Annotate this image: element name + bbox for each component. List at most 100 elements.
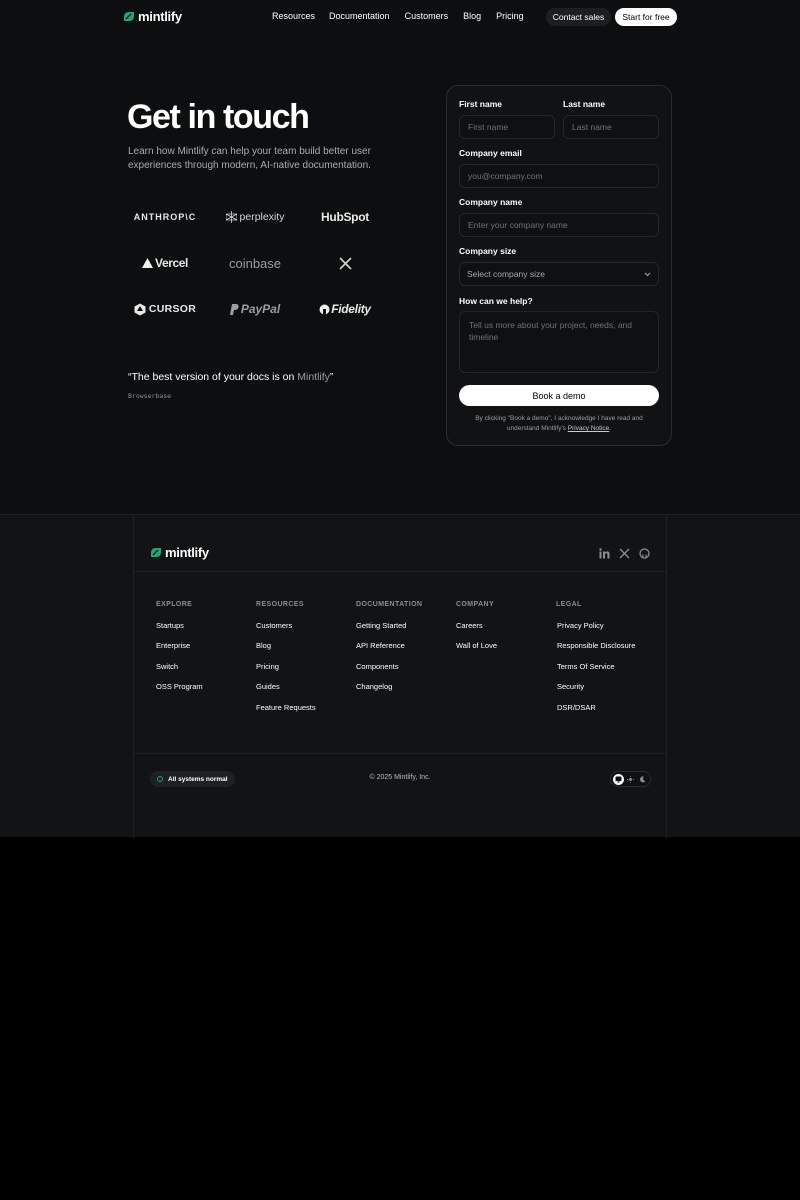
linkedin-icon[interactable] [599, 548, 610, 559]
footer-link-blog[interactable]: Blog [256, 641, 271, 650]
footer-link-wall-of-love[interactable]: Wall of Love [456, 641, 497, 650]
cursor-cube-icon [134, 303, 146, 315]
first-name-label: First name [459, 99, 502, 109]
footer-link-startups[interactable]: Startups [156, 621, 184, 630]
vercel-wordmark: Vercel [155, 256, 188, 270]
chevron-down-icon [644, 272, 651, 276]
last-name-label: Last name [563, 99, 606, 109]
quote-close: ” [329, 371, 334, 383]
nav-customers[interactable]: Customers [405, 11, 449, 21]
book-demo-button[interactable]: Book a demo [459, 385, 659, 406]
company-size-label: Company size [459, 246, 517, 256]
footer-divider-bottom [134, 753, 666, 754]
footer-link-oss-program[interactable]: OSS Program [156, 682, 203, 691]
help-textarea[interactable] [459, 311, 659, 373]
footer-heading-resources: RESOURCES [256, 601, 304, 608]
company-size-value: Select company size [467, 269, 545, 279]
footer-frame [133, 515, 667, 838]
footer-mintlify-logo[interactable]: mintlify [150, 545, 209, 560]
theme-dark-option[interactable] [637, 774, 648, 785]
privacy-notice-link[interactable]: Privacy Notice [568, 425, 610, 432]
x-icon[interactable] [619, 548, 630, 559]
footer-brand-name: mintlify [165, 545, 209, 560]
coinbase-logo: coinbase [228, 255, 282, 271]
company-name-field[interactable] [459, 213, 659, 237]
legal-text: By clicking "Book a demo", I acknowledge… [475, 415, 643, 432]
anthropic-logo: ANTHROP\C [133, 212, 197, 222]
footer-link-security[interactable]: Security [557, 682, 584, 691]
footer-heading-company: COMPANY [456, 601, 495, 608]
nav-blog[interactable]: Blog [463, 11, 481, 21]
start-for-free-button[interactable]: Start for free [615, 8, 677, 26]
footer-link-guides[interactable]: Guides [256, 682, 280, 691]
quote-text: “The best version of your docs is on [128, 371, 298, 383]
footer-link-feature-requests[interactable]: Feature Requests [256, 703, 316, 712]
quote-author: Browserbase [128, 392, 172, 400]
company-email-field[interactable] [459, 164, 659, 188]
x-brand-icon [338, 256, 352, 270]
brand-name: mintlify [138, 9, 182, 24]
theme-toggle [610, 771, 651, 787]
cursor-wordmark: CURSOR [148, 303, 197, 315]
nav-documentation[interactable]: Documentation [329, 11, 390, 21]
copyright-text: © 2025 Mintlify, Inc. [369, 774, 431, 781]
footer-heading-explore: EXPLORE [156, 601, 193, 608]
page-subtitle: Learn how Mintlify can help your team bu… [128, 146, 371, 171]
legal-note: By clicking "Book a demo", I acknowledge… [468, 414, 650, 434]
top-nav: mintlify Resources Documentation Custome… [0, 0, 800, 34]
testimonial-quote: “The best version of your docs is on Min… [128, 371, 333, 383]
footer-link-responsible-disclosure[interactable]: Responsible Disclosure [557, 641, 635, 650]
footer-link-pricing[interactable]: Pricing [256, 662, 279, 671]
footer-link-getting-started[interactable]: Getting Started [356, 621, 406, 630]
page-title: Get in touch [127, 98, 310, 136]
fidelity-mark-icon [319, 304, 330, 315]
legal-end: . [609, 425, 612, 432]
last-name-field[interactable] [563, 115, 659, 139]
mintlify-leaf-icon [124, 12, 134, 21]
company-size-select[interactable]: Select company size [459, 262, 659, 286]
footer-link-switch[interactable]: Switch [156, 662, 178, 671]
vercel-triangle-icon [142, 258, 154, 268]
footer-link-api-reference[interactable]: API Reference [356, 641, 405, 650]
footer-link-privacy-policy[interactable]: Privacy Policy [557, 621, 604, 630]
main-nav: Resources Documentation Customers Blog P… [272, 11, 524, 21]
quote-brand: Mintlify [297, 371, 330, 383]
perplexity-mark-icon [225, 211, 237, 223]
footer-heading-legal: LEGAL [556, 601, 582, 608]
mintlify-logo[interactable]: mintlify [123, 9, 182, 24]
perplexity-wordmark: perplexity [239, 211, 285, 223]
footer-heading-documentation: DOCUMENTATION [356, 601, 423, 608]
help-label: How can we help? [459, 296, 533, 306]
company-email-label: Company email [459, 148, 522, 158]
monitor-icon [615, 776, 622, 782]
github-icon[interactable] [639, 548, 650, 559]
fidelity-wordmark: Fidelity [331, 302, 371, 316]
paypal-logo: PayPal [210, 294, 300, 324]
footer-link-customers[interactable]: Customers [256, 621, 292, 630]
hubspot-logo: HubSpot [321, 210, 369, 224]
footer-link-changelog[interactable]: Changelog [356, 682, 392, 691]
theme-light-option[interactable] [625, 774, 636, 785]
paypal-mark-icon [229, 303, 239, 315]
theme-system-option[interactable] [613, 773, 625, 785]
nav-resources[interactable]: Resources [272, 11, 315, 21]
footer-link-terms-of-service[interactable]: Terms Of Service [557, 662, 615, 671]
nav-pricing[interactable]: Pricing [496, 11, 524, 21]
fidelity-logo: Fidelity [300, 294, 390, 324]
moon-icon [639, 775, 646, 782]
footer-divider-top [134, 571, 666, 572]
footer-link-enterprise[interactable]: Enterprise [156, 641, 190, 650]
sun-icon [626, 775, 634, 783]
x-logo [300, 248, 390, 278]
footer [0, 514, 800, 838]
paypal-wordmark: PayPal [240, 302, 281, 316]
footer-link-dsr-dsar[interactable]: DSR/DSAR [557, 703, 596, 712]
footer-link-careers[interactable]: Careers [456, 621, 483, 630]
vercel-logo: Vercel [120, 248, 210, 278]
first-name-field[interactable] [459, 115, 555, 139]
company-name-label: Company name [459, 197, 523, 207]
cursor-logo: CURSOR [120, 294, 210, 324]
contact-sales-button[interactable]: Contact sales [546, 8, 611, 26]
footer-link-components[interactable]: Components [356, 662, 399, 671]
mintlify-leaf-icon [151, 548, 161, 557]
